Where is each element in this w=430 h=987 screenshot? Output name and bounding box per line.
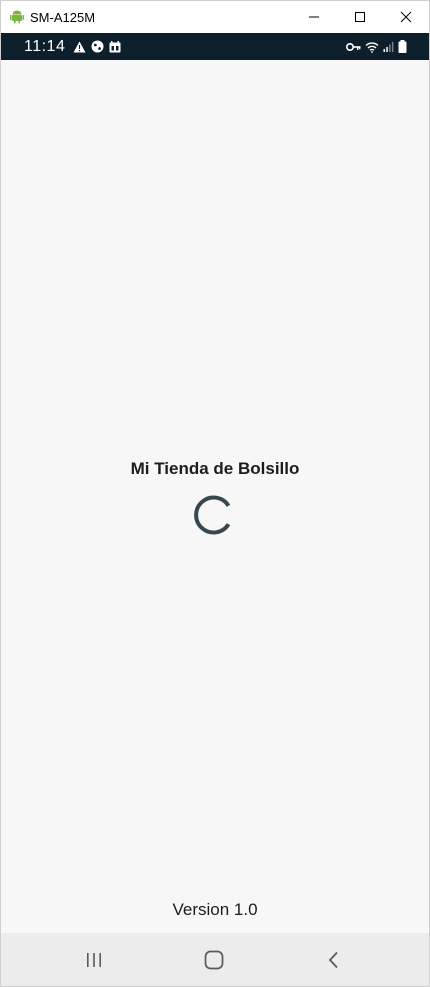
signal-icon (383, 42, 394, 52)
notification-icons (73, 40, 121, 53)
status-bar: 11:14 (1, 33, 429, 60)
warning-icon (73, 41, 86, 52)
back-button[interactable] (304, 933, 364, 986)
minimize-icon (309, 16, 319, 18)
system-icons (346, 40, 407, 53)
loading-spinner-icon (194, 495, 231, 535)
vpn-globe-icon (91, 40, 104, 53)
emulator-window: SM-A125M 11:14 Mi Tienda de Bolsillo Ver… (0, 0, 430, 987)
android-icon (10, 10, 24, 24)
close-button[interactable] (383, 1, 429, 33)
home-button[interactable] (184, 933, 244, 986)
window-title: SM-A125M (30, 9, 96, 25)
window-controls (291, 1, 429, 33)
title-bar: SM-A125M (1, 1, 429, 33)
back-icon (328, 951, 338, 968)
app-title: Mi Tienda de Bolsillo (130, 459, 300, 478)
battery-icon (398, 40, 407, 53)
wifi-icon (365, 41, 379, 53)
recent-apps-icon (87, 952, 101, 967)
close-icon (400, 11, 412, 23)
status-time: 11:14 (24, 37, 66, 55)
recent-apps-button[interactable] (64, 933, 124, 986)
maximize-icon (355, 12, 365, 22)
maximize-button[interactable] (337, 1, 383, 33)
version-label: Version 1.0 (172, 900, 258, 919)
calendar-icon (109, 40, 121, 52)
key-icon (346, 42, 361, 51)
navigation-bar (1, 933, 429, 986)
minimize-button[interactable] (291, 1, 337, 33)
home-icon (204, 950, 224, 969)
